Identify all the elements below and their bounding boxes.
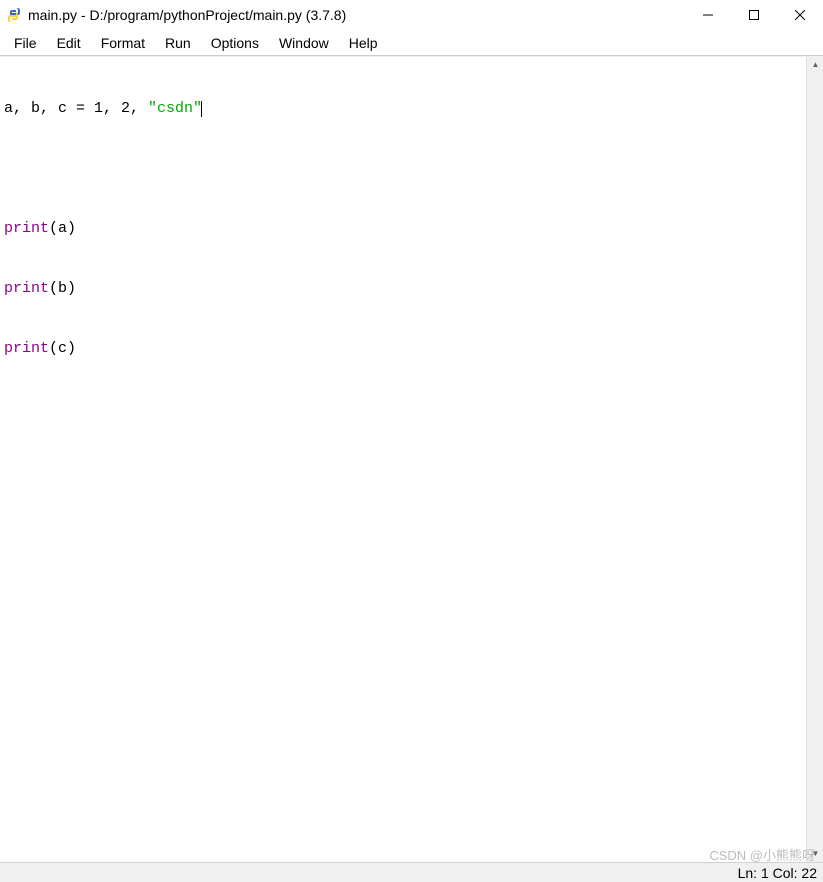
window-title: main.py - D:/program/pythonProject/main.… [28,7,346,23]
menu-run[interactable]: Run [155,33,201,53]
code-text: (a) [49,220,76,237]
code-line [4,159,802,179]
code-builtin: print [4,220,49,237]
menubar: File Edit Format Run Options Window Help [0,30,823,56]
code-text: (c) [49,340,76,357]
code-text: a, b, c = 1, 2, [4,100,148,117]
text-cursor [201,101,202,117]
editor-container: a, b, c = 1, 2, "csdn" print(a) print(b)… [0,56,823,862]
code-text: (b) [49,280,76,297]
cursor-position: Ln: 1 Col: 22 [738,865,817,881]
titlebar: main.py - D:/program/pythonProject/main.… [0,0,823,30]
code-line: print(b) [4,279,802,299]
chevron-up-icon: ▲ [812,60,820,69]
scroll-up-button[interactable]: ▲ [807,56,823,73]
code-builtin: print [4,280,49,297]
code-line: print(a) [4,219,802,239]
maximize-button[interactable] [731,0,777,30]
code-line: a, b, c = 1, 2, "csdn" [4,99,802,119]
status-bar: Ln: 1 Col: 22 [0,862,823,882]
code-line: print(c) [4,339,802,359]
code-editor[interactable]: a, b, c = 1, 2, "csdn" print(a) print(b)… [0,56,806,862]
window-controls [685,0,823,30]
menu-options[interactable]: Options [201,33,269,53]
minimize-button[interactable] [685,0,731,30]
menu-help[interactable]: Help [339,33,388,53]
code-builtin: print [4,340,49,357]
chevron-down-icon: ▼ [812,849,820,858]
menu-file[interactable]: File [4,33,47,53]
close-button[interactable] [777,0,823,30]
code-string: "csdn" [148,100,202,117]
menu-window[interactable]: Window [269,33,339,53]
vertical-scrollbar[interactable]: ▲ ▼ [806,56,823,862]
python-icon [6,7,22,23]
scroll-down-button[interactable]: ▼ [807,845,823,862]
menu-edit[interactable]: Edit [47,33,91,53]
menu-format[interactable]: Format [91,33,155,53]
